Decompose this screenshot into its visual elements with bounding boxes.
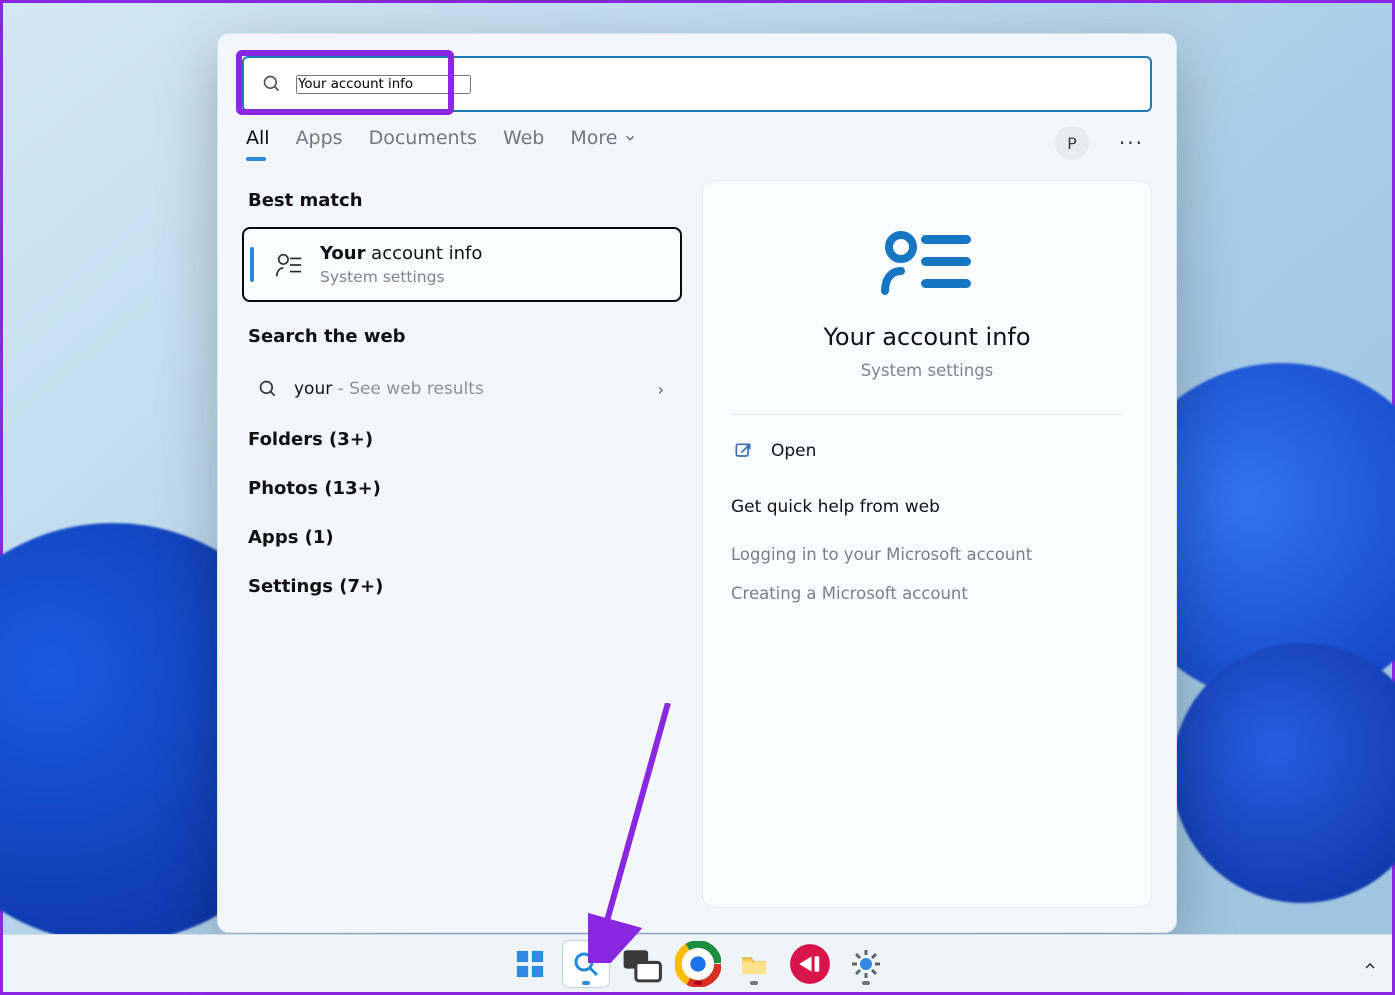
filter-tabs: All Apps Documents Web More P ··· <box>218 112 1176 172</box>
more-options-button[interactable]: ··· <box>1115 127 1148 159</box>
chevron-down-icon <box>623 131 637 145</box>
tab-apps[interactable]: Apps <box>296 127 343 159</box>
search-input[interactable] <box>296 75 471 94</box>
category-photos[interactable]: Photos (13+) <box>242 464 682 513</box>
open-label: Open <box>771 441 816 461</box>
taskbar-app-chrome[interactable] <box>675 941 721 987</box>
results-column: Best match Your account info System sett… <box>242 180 682 908</box>
windows-icon <box>515 949 545 979</box>
search-web-heading: Search the web <box>248 326 676 347</box>
search-icon <box>258 379 278 399</box>
search-icon <box>262 74 282 94</box>
open-action[interactable]: Open <box>731 433 1123 469</box>
web-suffix: - See web results <box>332 379 484 399</box>
best-match-result[interactable]: Your account info System settings <box>242 227 682 302</box>
tab-web[interactable]: Web <box>503 127 544 159</box>
task-view-icon <box>619 941 665 987</box>
tab-all[interactable]: All <box>246 127 270 159</box>
detail-title: Your account info <box>823 323 1030 351</box>
running-indicator <box>862 981 870 985</box>
taskbar-search-button[interactable] <box>563 941 609 987</box>
help-link-create[interactable]: Creating a Microsoft account <box>731 574 1123 613</box>
quick-help-heading: Get quick help from web <box>731 497 1123 517</box>
divider <box>731 414 1123 415</box>
tab-documents[interactable]: Documents <box>369 127 477 159</box>
taskbar-app-settings[interactable] <box>843 941 889 987</box>
category-folders[interactable]: Folders (3+) <box>242 415 682 464</box>
tab-more[interactable]: More <box>570 127 637 159</box>
tab-more-label: More <box>570 127 617 149</box>
best-match-text: Your account info System settings <box>320 243 482 286</box>
category-settings[interactable]: Settings (7+) <box>242 562 682 611</box>
app-icon <box>787 941 833 987</box>
active-indicator <box>582 981 590 985</box>
open-external-icon <box>733 441 753 461</box>
folder-icon <box>739 949 769 979</box>
taskbar <box>3 934 1392 992</box>
tray-overflow[interactable] <box>1362 958 1378 978</box>
running-indicator <box>694 981 702 985</box>
search-area <box>218 34 1176 112</box>
help-link-login[interactable]: Logging in to your Microsoft account <box>731 535 1123 574</box>
account-info-icon <box>274 250 304 280</box>
selection-accent <box>250 247 254 282</box>
running-indicator <box>750 981 758 985</box>
best-subtitle: System settings <box>320 268 482 286</box>
user-avatar[interactable]: P <box>1055 126 1089 160</box>
web-term: your <box>294 379 332 399</box>
task-view-button[interactable] <box>619 941 665 987</box>
chevron-up-icon <box>1362 958 1378 974</box>
taskbar-app-explorer[interactable] <box>731 941 777 987</box>
search-panel: All Apps Documents Web More P ··· Best m… <box>217 33 1177 933</box>
start-button[interactable] <box>507 941 553 987</box>
best-match-heading: Best match <box>248 190 676 211</box>
chevron-right-icon: › <box>658 380 664 399</box>
search-icon <box>572 950 600 978</box>
best-title-bold: Your <box>320 243 365 264</box>
best-title-rest: account info <box>365 243 482 264</box>
taskbar-app-pinned-1[interactable] <box>787 941 833 987</box>
gear-icon <box>851 949 881 979</box>
search-box[interactable] <box>242 56 1152 112</box>
account-info-icon <box>877 227 977 295</box>
detail-pane: Your account info System settings Open G… <box>702 180 1152 908</box>
web-search-result[interactable]: your - See web results › <box>242 367 682 411</box>
detail-hero: Your account info System settings <box>731 209 1123 406</box>
detail-subtitle: System settings <box>861 361 994 380</box>
category-apps[interactable]: Apps (1) <box>242 513 682 562</box>
